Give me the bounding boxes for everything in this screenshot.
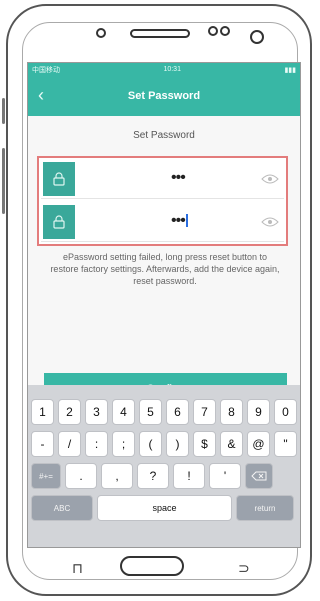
keyboard-row-punctuation: #+=.,?! ': [31, 463, 273, 489]
key-3[interactable]: 4: [112, 399, 135, 425]
return-key[interactable]: return: [236, 495, 294, 521]
key-0[interactable]: -: [31, 431, 54, 457]
key-8[interactable]: @: [247, 431, 270, 457]
key-7[interactable]: &: [220, 431, 243, 457]
key-2[interactable]: 3: [85, 399, 108, 425]
key-7[interactable]: 8: [220, 399, 243, 425]
password-fields-group: ••• •••: [37, 156, 288, 246]
key-3[interactable]: ;: [112, 431, 135, 457]
sensor-dot: [208, 26, 218, 36]
key-5[interactable]: ': [209, 463, 241, 489]
key-1[interactable]: /: [58, 431, 81, 457]
confirm-password-field[interactable]: •••: [41, 203, 284, 242]
app-screen: 中国移动 10:31 ▮▮▮ ‹ Set Password Set Passwo…: [27, 62, 301, 548]
key-9[interactable]: 0: [274, 399, 297, 425]
key-2[interactable]: :: [85, 431, 108, 457]
speaker-grille: [130, 29, 190, 38]
symbols-toggle-key[interactable]: #+=: [31, 463, 61, 489]
key-9[interactable]: ": [274, 431, 297, 457]
lock-icon: [43, 162, 75, 196]
key-1[interactable]: 2: [58, 399, 81, 425]
confirm-password-text: •••: [171, 212, 186, 229]
battery-icon: ▮▮▮: [284, 66, 296, 74]
backspace-icon: [251, 471, 267, 481]
key-4[interactable]: 5: [139, 399, 162, 425]
lock-icon: [43, 205, 75, 239]
text-cursor: [185, 214, 188, 228]
key-6[interactable]: $: [193, 431, 216, 457]
sensor-dot: [96, 28, 106, 38]
carrier-label: 中国移动: [32, 66, 60, 74]
top-nav: ‹ Set Password: [28, 76, 300, 116]
key-0[interactable]: 1: [31, 399, 54, 425]
sensor-dot: [220, 26, 230, 36]
eye-icon[interactable]: [261, 174, 279, 184]
back-icon[interactable]: ‹: [38, 85, 44, 106]
recent-apps-icon[interactable]: ⊓: [72, 560, 83, 577]
key-4[interactable]: (: [139, 431, 162, 457]
key-2[interactable]: ,: [101, 463, 133, 489]
keyboard-row-symbols: - /:;() $ & @ ": [31, 431, 297, 457]
key-1[interactable]: .: [65, 463, 97, 489]
key-5[interactable]: 6: [166, 399, 189, 425]
status-bar: 中国移动 10:31 ▮▮▮: [28, 63, 300, 76]
password-value: •••: [171, 169, 186, 186]
key-4[interactable]: !: [173, 463, 205, 489]
volume-up-button: [2, 98, 5, 124]
key-6[interactable]: 7: [193, 399, 216, 425]
key-3[interactable]: ?: [137, 463, 169, 489]
keyboard-row-numbers: 1234567890: [31, 399, 297, 425]
key-5[interactable]: ): [166, 431, 189, 457]
keyboard: 1234567890 - /:;() $ & @ " #+=.,?! ' ABC space…: [28, 385, 300, 547]
abc-key[interactable]: ABC: [31, 495, 93, 521]
keyboard-row-bottom: ABC space return: [31, 495, 294, 521]
time-label: 10:31: [163, 66, 181, 73]
error-message: ePassword setting failed, long press res…: [50, 252, 280, 286]
space-key[interactable]: space: [97, 495, 232, 521]
section-title: Set Password: [133, 130, 195, 141]
form-area: Set Password ••• ••• ePassword setting f…: [28, 116, 300, 416]
volume-down-button: [2, 148, 5, 214]
home-button[interactable]: [120, 556, 184, 576]
front-camera: [250, 30, 264, 44]
password-field[interactable]: •••: [41, 160, 284, 199]
back-nav-icon[interactable]: ⊃: [238, 560, 250, 577]
key-8[interactable]: 9: [247, 399, 270, 425]
delete-key[interactable]: [245, 463, 273, 489]
page-title: Set Password: [127, 90, 201, 102]
eye-icon[interactable]: [261, 217, 279, 227]
confirm-password-value: •••: [171, 212, 188, 230]
